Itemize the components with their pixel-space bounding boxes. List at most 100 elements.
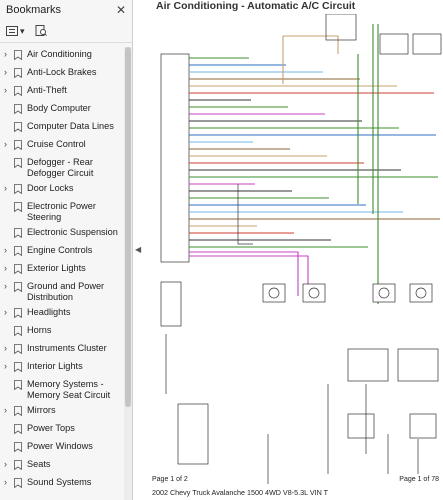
bookmark-item[interactable]: › Cruise Control: [0, 137, 123, 155]
bookmark-icon: [14, 406, 27, 419]
wire-magenta: [189, 251, 309, 296]
scrollbar-thumb[interactable]: [125, 47, 131, 407]
bookmark-item[interactable]: › Door Locks: [0, 181, 123, 199]
bookmark-label: Air Conditioning: [27, 49, 92, 59]
chevron-right-icon[interactable]: ›: [4, 263, 14, 274]
bookmark-icon: [14, 460, 27, 473]
diagram-right-components: [237, 14, 442, 484]
chevron-right-icon[interactable]: ›: [4, 281, 14, 292]
bookmark-icon: [14, 246, 27, 259]
bookmark-icon: [14, 424, 27, 437]
bookmark-label: Electronic Power Steering: [27, 201, 96, 222]
chevron-right-icon[interactable]: ›: [4, 183, 14, 194]
bookmark-item[interactable]: › Air Conditioning: [0, 47, 123, 65]
bookmark-item[interactable]: › Anti-Theft: [0, 83, 123, 101]
options-menu-button[interactable]: ▾: [6, 26, 25, 37]
bookmark-item[interactable]: › Headlights: [0, 305, 123, 323]
collapse-panel-icon[interactable]: ◀: [135, 245, 141, 254]
bookmark-label: Interior Lights: [27, 361, 83, 371]
footer-caption: 2002 Chevy Truck Avalanche 1500 4WD V8-5…: [152, 488, 329, 497]
bookmark-label: Cruise Control: [27, 139, 86, 149]
bookmarks-toolbar: ▾: [0, 20, 132, 43]
bookmark-icon: [14, 228, 27, 241]
bookmark-item[interactable]: Power Tops: [0, 421, 123, 439]
bookmark-icon: [14, 308, 27, 321]
bookmark-label: Mirrors: [27, 405, 56, 415]
bookmark-icon: [14, 380, 27, 393]
bookmark-item[interactable]: › Exterior Lights: [0, 261, 123, 279]
bookmark-label: Door Locks: [27, 183, 74, 193]
bookmark-item[interactable]: › Seats: [0, 457, 123, 475]
chevron-right-icon[interactable]: ›: [4, 405, 14, 416]
chevron-right-icon[interactable]: ›: [4, 67, 14, 78]
bookmark-item[interactable]: › Interior Lights: [0, 359, 123, 377]
chevron-right-icon[interactable]: ›: [4, 477, 14, 488]
chevron-right-icon[interactable]: ›: [4, 459, 14, 470]
bookmark-label: Engine Controls: [27, 245, 93, 255]
bookmark-label: Body Computer: [27, 103, 91, 113]
bookmark-icon: [14, 202, 27, 215]
chevron-right-icon[interactable]: ›: [4, 245, 14, 256]
bookmark-icon: [14, 362, 27, 375]
page-footer: Page 1 of 2 Page 1 of 78 2002 Chevy Truc…: [148, 476, 443, 500]
bookmarks-title: Bookmarks: [6, 4, 62, 16]
bookmark-item[interactable]: › Mirrors: [0, 403, 123, 421]
find-bookmark-button[interactable]: [35, 25, 47, 37]
bookmark-icon: [14, 86, 27, 99]
bookmark-label: Headlights: [27, 307, 71, 317]
bookmark-item[interactable]: › Engine Controls: [0, 243, 123, 261]
chevron-right-icon[interactable]: ›: [4, 307, 14, 318]
close-icon[interactable]: ✕: [116, 3, 126, 17]
bookmark-label: Computer Data Lines: [27, 121, 114, 131]
bookmarks-scrollbar[interactable]: [124, 47, 132, 500]
bookmark-item[interactable]: › Ground and Power Distribution: [0, 279, 123, 305]
wire-tan: [282, 35, 339, 84]
bookmark-item[interactable]: Electronic Power Steering: [0, 199, 123, 225]
bookmark-label: Seats: [27, 459, 51, 469]
bookmark-item[interactable]: › Anti-Lock Brakes: [0, 65, 123, 83]
bookmark-icon: [14, 158, 27, 171]
chevron-right-icon[interactable]: ›: [4, 361, 14, 372]
list-options-icon: [6, 26, 18, 36]
bookmark-item[interactable]: Memory Systems - Memory Seat Circuit: [0, 377, 123, 403]
bookmark-label: Memory Systems - Memory Seat Circuit: [27, 379, 111, 400]
bookmark-icon: [14, 326, 27, 339]
bookmark-icon: [14, 282, 27, 295]
bookmark-item[interactable]: Horns: [0, 323, 123, 341]
wiring-diagram: [160, 14, 442, 484]
bookmark-icon: [14, 184, 27, 197]
bookmark-icon: [14, 104, 27, 117]
bookmark-label: Anti-Lock Brakes: [27, 67, 97, 77]
bookmark-label: Instruments Cluster: [27, 343, 107, 353]
footer-page-left: Page 1 of 2: [152, 476, 188, 483]
bookmark-label: Anti-Theft: [27, 85, 67, 95]
bookmark-list: › Air Conditioning › Anti-Lock Brakes › Anti-…: [0, 47, 123, 500]
bookmark-item[interactable]: Electronic Suspension: [0, 225, 123, 243]
bookmark-icon: [14, 122, 27, 135]
bookmark-item[interactable]: › Sound Systems: [0, 475, 123, 493]
diagram-left-connector-block: [160, 53, 209, 465]
chevron-right-icon[interactable]: ›: [4, 85, 14, 96]
footer-page-right: Page 1 of 78: [399, 476, 439, 483]
bookmark-label: Exterior Lights: [27, 263, 86, 273]
document-viewer: Air Conditioning - Automatic A/C Circuit: [143, 0, 443, 500]
bookmark-label: Sound Systems: [27, 477, 92, 487]
bookmark-item[interactable]: Defogger - Rear Defogger Circuit: [0, 155, 123, 181]
bookmark-label: Horns: [27, 325, 52, 335]
chevron-right-icon[interactable]: ›: [4, 49, 14, 60]
bookmark-label: Power Tops: [27, 423, 75, 433]
bookmark-item[interactable]: Body Computer: [0, 101, 123, 119]
chevron-right-icon[interactable]: ›: [4, 139, 14, 150]
page-title: Air Conditioning - Automatic A/C Circuit: [156, 0, 356, 12]
bookmark-label: Defogger - Rear Defogger Circuit: [27, 157, 94, 178]
bookmarks-panel: Bookmarks ✕ ▾ › Air Conditioning › Anti-Loc…: [0, 0, 133, 500]
bookmark-item[interactable]: › Instruments Cluster: [0, 341, 123, 359]
bookmark-label: Power Windows: [27, 441, 93, 451]
bookmark-label: Ground and Power Distribution: [27, 281, 105, 302]
wire-green-vertical: [357, 24, 379, 304]
bookmarks-header: Bookmarks ✕: [0, 0, 132, 20]
bookmark-item[interactable]: Computer Data Lines: [0, 119, 123, 137]
bookmark-item[interactable]: Power Windows: [0, 439, 123, 457]
chevron-right-icon[interactable]: ›: [4, 343, 14, 354]
bookmark-icon: [14, 344, 27, 357]
